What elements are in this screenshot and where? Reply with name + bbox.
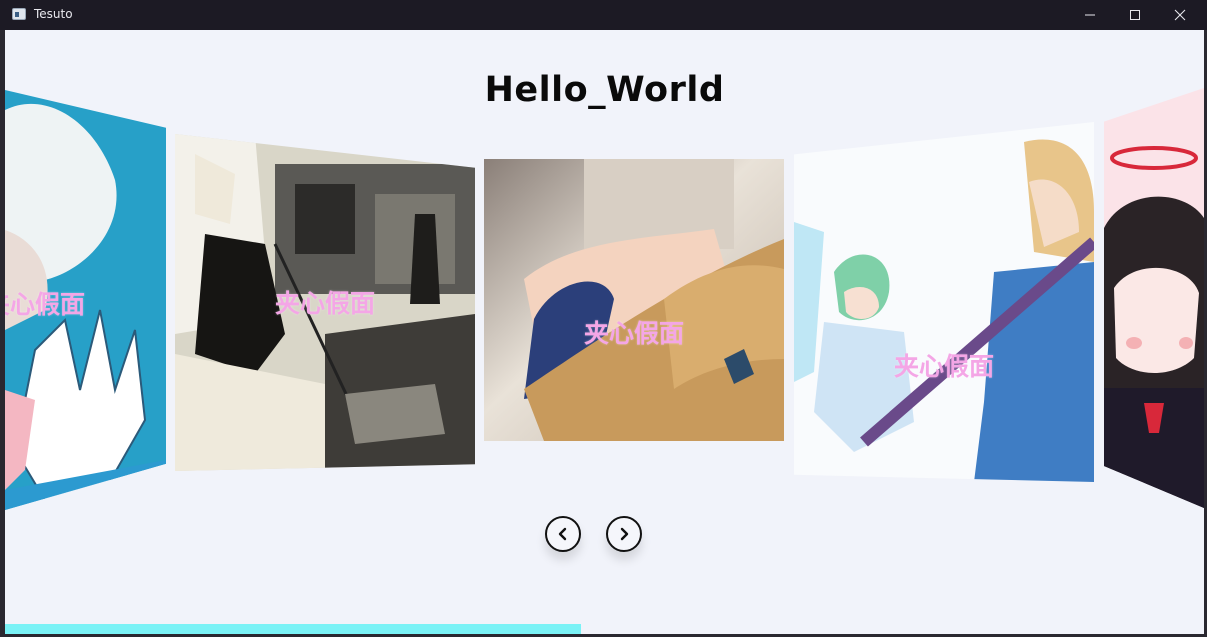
card-caption: 夹心假面 [893, 352, 994, 381]
close-button[interactable] [1157, 0, 1203, 30]
anime-illustration-blonde [484, 159, 784, 441]
chevron-left-icon [558, 527, 567, 541]
carousel-card[interactable]: 夹心假面 [484, 159, 784, 441]
maximize-button[interactable] [1112, 0, 1158, 30]
card-caption: 夹心假面 [274, 289, 375, 318]
progress-fill [5, 624, 581, 634]
carousel-card[interactable]: 夹心假面 [5, 90, 166, 510]
app-window-icon [12, 8, 26, 20]
window-title: Tesuto [34, 7, 73, 21]
carousel-card[interactable] [1104, 88, 1204, 508]
previous-button[interactable] [545, 516, 581, 552]
app-window: Hello_World 夹心假面 [5, 30, 1204, 634]
carousel-card[interactable]: 夹心假面 [175, 134, 475, 471]
minimize-button[interactable] [1067, 0, 1113, 30]
progress-bar [5, 624, 1204, 634]
anime-illustration-red-halo [1104, 88, 1204, 508]
next-button[interactable] [606, 516, 642, 552]
maximize-icon [1130, 10, 1140, 20]
page-title: Hello_World [484, 70, 725, 110]
close-icon [1174, 9, 1186, 21]
carousel-card[interactable]: 夹心假面 [794, 122, 1094, 482]
minimize-icon [1085, 14, 1095, 16]
anime-illustration-blue-coat [794, 122, 1094, 482]
chevron-right-icon [620, 527, 629, 541]
title-bar: Tesuto [0, 0, 1207, 30]
card-caption: 夹心假面 [583, 319, 684, 348]
card-caption: 夹心假面 [5, 290, 86, 319]
